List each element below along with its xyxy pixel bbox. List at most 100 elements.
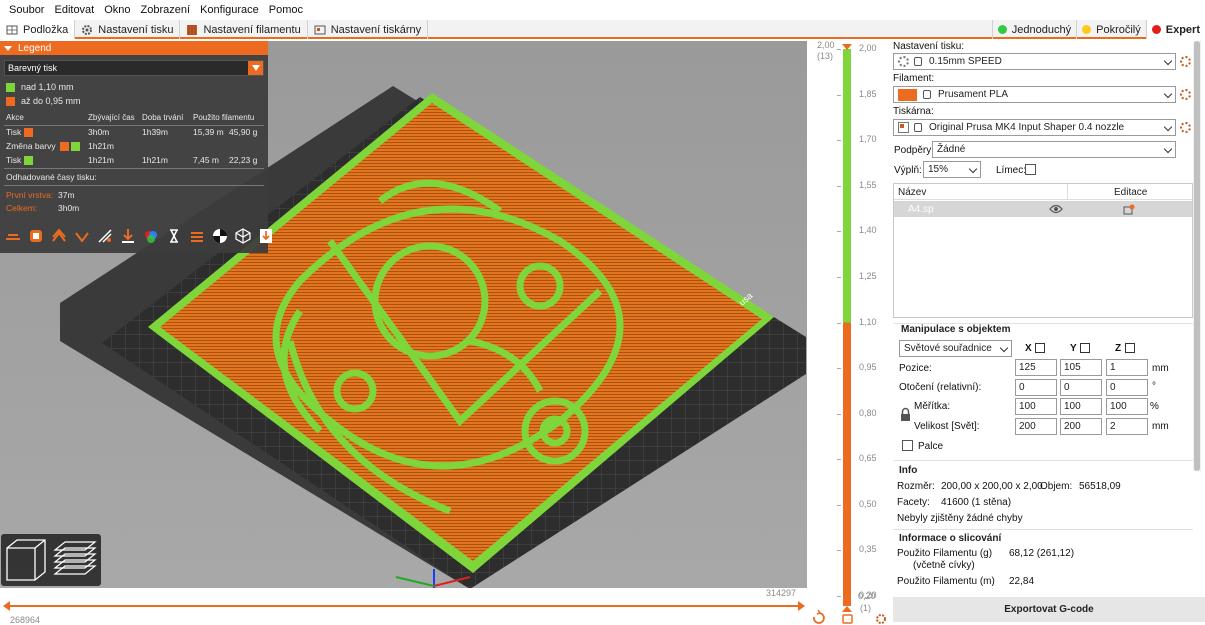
rotation-x-input[interactable]: 0 bbox=[1015, 379, 1057, 396]
rotation-y-input[interactable]: 0 bbox=[1060, 379, 1102, 396]
size-z-value: 2 bbox=[1110, 421, 1116, 432]
scale-z-input[interactable]: 100 bbox=[1106, 398, 1148, 415]
size-y-input[interactable]: 200 bbox=[1060, 418, 1102, 435]
slider-tick-mark bbox=[837, 596, 841, 597]
slider-lower-track bbox=[843, 322, 851, 606]
3d-view-icon[interactable] bbox=[6, 539, 46, 581]
chevron-down-icon bbox=[1163, 89, 1173, 99]
supports-select[interactable]: Žádné bbox=[932, 141, 1176, 158]
position-y-input[interactable]: 105 bbox=[1060, 359, 1102, 376]
filament-preset-value: Prusament PLA bbox=[938, 89, 1009, 100]
gcode-preview-viewport[interactable]: usa Legend Barevný tisk nad 1,10 mm až d… bbox=[0, 41, 807, 625]
scale-x-input[interactable]: 100 bbox=[1015, 398, 1057, 415]
object-list[interactable]: Název Editace A4.sp bbox=[893, 183, 1193, 318]
size-x-input[interactable]: 200 bbox=[1015, 418, 1057, 435]
center-of-gravity-icon[interactable] bbox=[211, 227, 229, 245]
drop-to-bed-icon[interactable] bbox=[1080, 343, 1090, 353]
dropdown-arrow-icon bbox=[248, 61, 263, 75]
slider-right-value: 314297 bbox=[766, 588, 797, 598]
facets-label: Facety: bbox=[897, 497, 930, 508]
slider-left-thumb-icon[interactable] bbox=[3, 601, 10, 611]
custom-gcodes-icon[interactable] bbox=[188, 227, 206, 245]
axis-y bbox=[395, 576, 435, 587]
tab-print-settings[interactable]: Nastavení tisku bbox=[75, 20, 181, 39]
cog-icon[interactable] bbox=[1180, 56, 1191, 67]
mode-advanced[interactable]: Pokročilý bbox=[1076, 20, 1146, 39]
edit-icon[interactable] bbox=[1123, 204, 1135, 215]
view-type-select[interactable]: Barevný tisk bbox=[4, 60, 264, 76]
print-preset-select[interactable]: 0.15mm SPEED bbox=[893, 53, 1176, 70]
position-x-input[interactable]: 125 bbox=[1015, 359, 1057, 376]
revert-icon[interactable] bbox=[813, 612, 825, 624]
eye-icon[interactable] bbox=[1049, 204, 1063, 214]
tab-plater[interactable]: Podložka bbox=[0, 20, 76, 39]
mode-advanced-dot bbox=[1082, 25, 1092, 34]
shells-icon[interactable] bbox=[234, 227, 252, 245]
mode-switcher: Jednoduchý Pokročilý Expert bbox=[991, 20, 1205, 39]
infill-select[interactable]: 15% bbox=[923, 161, 981, 178]
mode-simple[interactable]: Jednoduchý bbox=[991, 20, 1076, 39]
printer-icon bbox=[898, 122, 909, 133]
tab-filament-settings[interactable]: Nastavení filamentu bbox=[180, 20, 308, 39]
menu-file[interactable]: Soubor bbox=[4, 4, 49, 16]
wipe-icon[interactable] bbox=[27, 227, 45, 245]
menu-window[interactable]: Okno bbox=[99, 4, 135, 16]
scale-y-input[interactable]: 100 bbox=[1060, 398, 1102, 415]
legend-header[interactable]: Legend bbox=[0, 41, 268, 55]
slider-tick-label: 1,85 bbox=[859, 88, 877, 99]
position-z-input[interactable]: 1 bbox=[1106, 359, 1148, 376]
color-changes-icon[interactable] bbox=[142, 227, 160, 245]
axis-x-label: X bbox=[1025, 343, 1032, 354]
export-gcode-button[interactable]: Exportovat G-code bbox=[893, 597, 1205, 622]
size-info-label: Rozměr: bbox=[897, 481, 935, 492]
cog-icon[interactable] bbox=[1180, 122, 1191, 133]
drop-to-bed-icon[interactable] bbox=[1125, 343, 1135, 353]
printer-preset-select[interactable]: Original Prusa MK4 Input Shaper 0.4 nozz… bbox=[893, 119, 1176, 136]
cog-icon[interactable] bbox=[1180, 89, 1191, 100]
mode-advanced-label: Pokročilý bbox=[1096, 23, 1141, 36]
cog-icon[interactable] bbox=[876, 614, 886, 624]
legend-swatch bbox=[24, 156, 33, 165]
filament-preset-select[interactable]: Prusament PLA bbox=[893, 86, 1176, 103]
brim-checkbox[interactable] bbox=[1025, 164, 1036, 175]
sidebar-scrollbar[interactable] bbox=[1193, 41, 1201, 471]
legend-row-color-change: Změna barvy 1h21m bbox=[0, 141, 268, 153]
lock-icon[interactable] bbox=[842, 614, 853, 624]
slider-right-thumb-icon[interactable] bbox=[798, 601, 805, 611]
size-z-input[interactable]: 2 bbox=[1106, 418, 1148, 435]
legend-swatch bbox=[6, 96, 15, 106]
list-item[interactable]: A4.sp bbox=[894, 201, 1192, 217]
mode-expert[interactable]: Expert bbox=[1145, 20, 1205, 39]
slider-tick-mark bbox=[837, 459, 841, 461]
scale-label: Měřítka: bbox=[914, 401, 951, 412]
slider-tick-label: 0,95 bbox=[859, 362, 877, 373]
retractions-icon[interactable] bbox=[50, 227, 68, 245]
lock-icon[interactable] bbox=[900, 407, 911, 422]
tool-marker-icon[interactable] bbox=[257, 227, 275, 245]
seams-icon[interactable] bbox=[96, 227, 114, 245]
lock-icon bbox=[923, 90, 931, 99]
tool-changes-icon[interactable] bbox=[119, 227, 137, 245]
used-meters-label: Použito Filamentu (m) bbox=[897, 576, 995, 587]
pause-prints-icon[interactable] bbox=[165, 227, 183, 245]
menu-edit[interactable]: Editovat bbox=[49, 4, 99, 16]
drop-to-bed-icon[interactable] bbox=[1035, 343, 1045, 353]
inches-checkbox[interactable] bbox=[902, 440, 913, 451]
size-label: Velikost [Svět]: bbox=[914, 421, 980, 432]
coordinate-system-select[interactable]: Světové souřadnice bbox=[899, 340, 1012, 357]
legend-range-low: až do 0,95 mm bbox=[6, 96, 81, 106]
horizontal-moves-slider[interactable]: 268964 314297 bbox=[0, 588, 807, 625]
rotation-z-input[interactable]: 0 bbox=[1106, 379, 1148, 396]
tab-printer-settings[interactable]: Nastavení tiskárny bbox=[308, 20, 429, 39]
total-label: Celkem: bbox=[6, 203, 38, 213]
vertical-layers-slider[interactable]: 2,00 (13) 2,00 1,85 1,70 1,55 1,40 1,25 1,10 0,… bbox=[807, 40, 893, 625]
menu-view[interactable]: Zobrazení bbox=[136, 4, 196, 16]
filament-color-swatch[interactable] bbox=[898, 88, 917, 101]
menu-help[interactable]: Pomoc bbox=[264, 4, 308, 16]
menu-configuration[interactable]: Konfigurace bbox=[195, 4, 264, 16]
travel-icon[interactable] bbox=[4, 227, 22, 245]
row-remaining: 3h0m bbox=[88, 127, 110, 137]
slider-tick-mark bbox=[837, 231, 841, 233]
preview-layers-icon[interactable] bbox=[53, 541, 97, 575]
deretractions-icon[interactable] bbox=[73, 227, 91, 245]
